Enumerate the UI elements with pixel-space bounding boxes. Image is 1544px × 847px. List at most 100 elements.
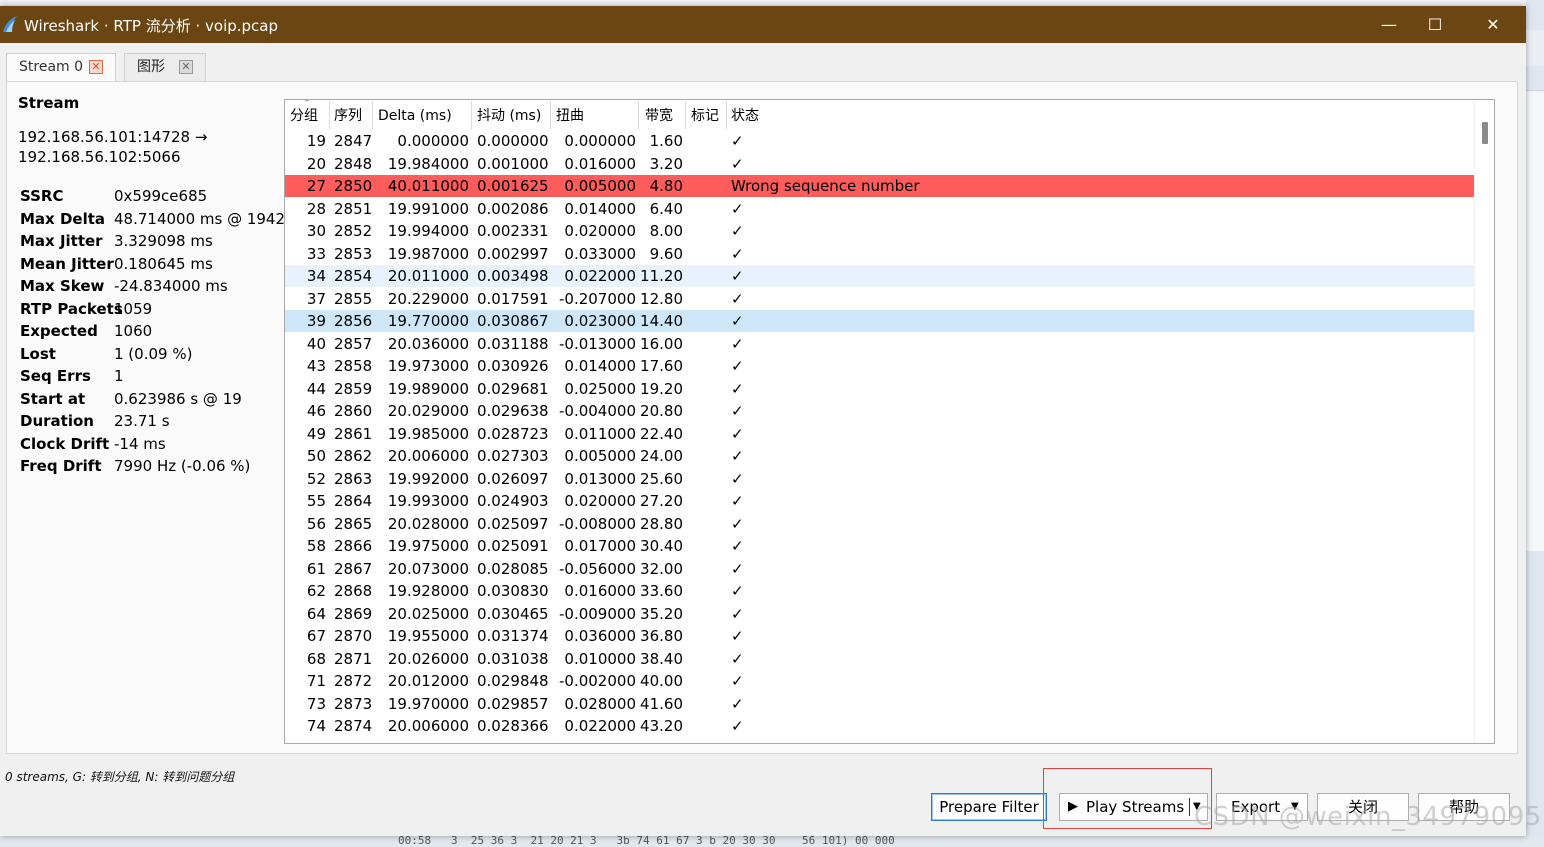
cell-status: ✓ — [731, 447, 744, 465]
table-row[interactable]: 40 2857 20.036000 0.031188 -0.013000 16.00 ✓ — [285, 333, 1474, 355]
stat-key: Max Delta — [20, 209, 106, 228]
cell-skew: 0.005000 — [564, 177, 636, 195]
table-row[interactable]: 67 2870 19.955000 0.031374 0.036000 36.80 ✓ — [285, 625, 1474, 647]
table-row[interactable]: 71 2872 20.012000 0.029848 -0.002000 40.00 ✓ — [285, 670, 1474, 692]
tab-close-icon[interactable]: ✕ — [179, 60, 193, 74]
cell-packet: 55 — [306, 492, 326, 510]
cell-status: ✓ — [731, 717, 744, 735]
column-divider — [726, 101, 727, 129]
close-window-button[interactable]: ✕ — [1470, 6, 1516, 43]
cell-sequence: 2862 — [334, 447, 373, 465]
cell-bandwidth: 3.20 — [649, 154, 683, 173]
table-row[interactable]: 52 2863 19.992000 0.026097 0.013000 25.60 ✓ — [285, 468, 1474, 490]
column-header-jitter[interactable]: 抖动 (ms) — [477, 108, 541, 128]
stat-key: RTP Packets — [20, 299, 123, 318]
table-row[interactable]: 43 2858 19.973000 0.030926 0.014000 17.60 ✓ — [285, 355, 1474, 377]
table-header: ⌃ 分组 序列 Delta (ms) 抖动 (ms) 扭曲 带宽 标记 状态 — [285, 100, 1474, 130]
maximize-button[interactable]: ☐ — [1412, 6, 1458, 43]
cell-packet: 19 — [306, 132, 326, 150]
table-row[interactable]: 68 2871 20.026000 0.031038 0.010000 38.40 ✓ — [285, 648, 1474, 670]
stat-value: -14 ms — [114, 434, 166, 453]
stat-value: 0x599ce685 — [114, 187, 208, 205]
cell-delta: 19.955000 — [387, 627, 469, 645]
cell-packet: 40 — [306, 334, 326, 353]
cell-sequence: 2872 — [334, 672, 373, 690]
cell-status: ✓ — [731, 559, 744, 578]
cell-sequence: 2874 — [334, 717, 373, 735]
minimize-button[interactable]: — — [1366, 6, 1412, 43]
cell-status: ✓ — [731, 627, 744, 645]
table-row[interactable]: 28 2851 19.991000 0.002086 0.014000 6.40 ✓ — [285, 198, 1474, 220]
column-header-packet[interactable]: 分组 — [290, 108, 318, 128]
cell-delta: 19.991000 — [387, 199, 469, 218]
column-header-bandwidth[interactable]: 带宽 — [645, 108, 673, 128]
tab-close-icon[interactable]: ✕ — [89, 60, 103, 74]
watermark: CSDN @weixin_34979095 — [1194, 802, 1542, 832]
table-row[interactable]: 73 2873 19.970000 0.029857 0.028000 41.60 ✓ — [285, 693, 1474, 715]
table-row[interactable]: 56 2865 20.028000 0.025097 -0.008000 28.80 ✓ — [285, 513, 1474, 535]
table-row[interactable]: 39 2856 19.770000 0.030867 0.023000 14.40 ✓ — [285, 310, 1474, 332]
table-row[interactable]: 58 2866 19.975000 0.025091 0.017000 30.40 ✓ — [285, 535, 1474, 557]
stat-value: 7990 Hz (-0.06 %) — [114, 457, 251, 475]
table-row[interactable]: 33 2853 19.987000 0.002997 0.033000 9.60 ✓ — [285, 243, 1474, 265]
cell-sequence: 2861 — [334, 424, 373, 443]
cell-sequence: 2851 — [334, 199, 373, 218]
tab-stream-0[interactable]: Stream 0 ✕ — [6, 53, 116, 81]
column-header-sequence[interactable]: 序列 — [334, 108, 362, 128]
table-row[interactable]: 27 2850 40.011000 0.001625 0.005000 4.80 Wrong… — [285, 175, 1474, 197]
cell-skew: 0.025000 — [564, 379, 636, 398]
cell-skew: 0.014000 — [564, 199, 636, 218]
table-row[interactable]: 44 2859 19.989000 0.029681 0.025000 19.20 ✓ — [285, 378, 1474, 400]
table-row[interactable]: 55 2864 19.993000 0.024903 0.020000 27.20 ✓ — [285, 490, 1474, 512]
table-row[interactable]: 37 2855 20.229000 0.017591 -0.207000 12.80 ✓ — [285, 288, 1474, 310]
cell-packet: 34 — [306, 267, 326, 285]
column-divider — [638, 101, 639, 129]
stat-value: 1 (0.09 %) — [114, 344, 193, 363]
column-header-status[interactable]: 状态 — [731, 108, 759, 128]
column-header-delta[interactable]: Delta (ms) — [378, 108, 452, 128]
table-row[interactable]: 30 2852 19.994000 0.002331 0.020000 8.00 ✓ — [285, 220, 1474, 242]
cell-bandwidth: 16.00 — [640, 334, 683, 353]
table-row[interactable]: 19 2847 0.000000 0.000000 0.000000 1.60 ✓ — [285, 130, 1474, 152]
cell-jitter: 0.030830 — [477, 582, 549, 600]
column-header-marker[interactable]: 标记 — [691, 108, 719, 128]
cell-status: ✓ — [731, 582, 744, 600]
table-row[interactable]: 49 2861 19.985000 0.028723 0.011000 22.40 ✓ — [285, 423, 1474, 445]
table-row[interactable]: 20 2848 19.984000 0.001000 0.016000 3.20 ✓ — [285, 153, 1474, 175]
play-streams-button[interactable]: ▶ Play Streams ▼ — [1059, 793, 1208, 821]
cell-sequence: 2848 — [334, 154, 373, 173]
column-header-skew[interactable]: 扭曲 — [556, 108, 584, 128]
cell-jitter: 0.028366 — [477, 717, 549, 735]
rtp-packet-table[interactable]: ⌃ 分组 序列 Delta (ms) 抖动 (ms) 扭曲 带宽 标记 状态 1… — [284, 99, 1495, 744]
vertical-scrollbar[interactable] — [1474, 100, 1494, 743]
play-streams-label: Play Streams — [1086, 798, 1185, 816]
table-row[interactable]: 34 2854 20.011000 0.003498 0.022000 11.20 ✓ — [285, 265, 1474, 287]
cell-bandwidth: 4.80 — [649, 177, 683, 195]
cell-sequence: 2860 — [334, 402, 373, 420]
cell-status: ✓ — [731, 424, 744, 443]
table-row[interactable]: 74 2874 20.006000 0.028366 0.022000 43.20 ✓ — [285, 715, 1474, 737]
tab-graph[interactable]: 图形 ✕ — [124, 53, 206, 81]
cell-packet: 39 — [306, 312, 326, 330]
table-row[interactable]: 46 2860 20.029000 0.029638 -0.004000 20.80 ✓ — [285, 400, 1474, 422]
table-row[interactable]: 64 2869 20.025000 0.030465 -0.009000 35.20 ✓ — [285, 603, 1474, 625]
title-bar[interactable]: Wireshark · RTP 流分析 · voip.pcap — ☐ ✕ — [0, 6, 1526, 43]
cell-packet: 49 — [306, 424, 326, 443]
prepare-filter-button[interactable]: Prepare Filter — [931, 793, 1047, 821]
table-row[interactable]: 61 2867 20.073000 0.028085 -0.056000 32.00 ✓ — [285, 558, 1474, 580]
table-row[interactable]: 50 2862 20.006000 0.027303 0.005000 24.00 ✓ — [285, 445, 1474, 467]
cell-skew: -0.207000 — [559, 289, 636, 308]
table-row[interactable]: 62 2868 19.928000 0.030830 0.016000 33.60 ✓ — [285, 580, 1474, 602]
cell-packet: 44 — [306, 379, 326, 398]
scrollbar-thumb[interactable] — [1482, 122, 1488, 144]
cell-jitter: 0.025097 — [477, 514, 549, 533]
cell-delta: 19.928000 — [387, 582, 469, 600]
cell-packet: 33 — [306, 244, 326, 263]
cell-bandwidth: 11.20 — [640, 267, 683, 285]
cell-bandwidth: 8.00 — [649, 222, 683, 240]
cell-delta: 20.006000 — [387, 717, 469, 735]
cell-packet: 73 — [306, 694, 326, 713]
cell-status: ✓ — [731, 604, 744, 623]
close-icon: ✕ — [1486, 15, 1500, 34]
cell-delta: 19.973000 — [387, 357, 469, 375]
